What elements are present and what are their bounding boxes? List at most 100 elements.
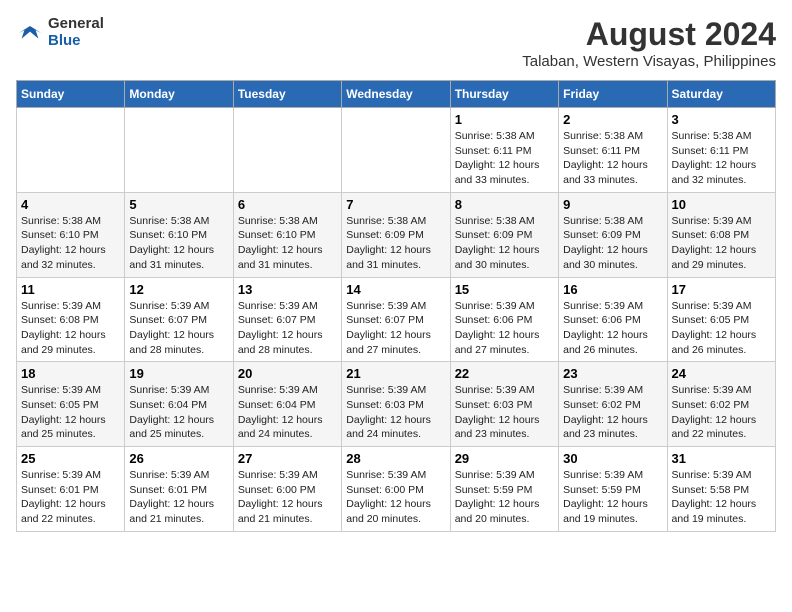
calendar-cell: 4Sunrise: 5:38 AM Sunset: 6:10 PM Daylig… <box>17 192 125 277</box>
cell-date-number: 7 <box>346 197 445 212</box>
calendar-table: SundayMondayTuesdayWednesdayThursdayFrid… <box>16 80 776 532</box>
cell-info-text: Sunrise: 5:38 AM Sunset: 6:10 PM Dayligh… <box>129 214 228 273</box>
cell-info-text: Sunrise: 5:38 AM Sunset: 6:09 PM Dayligh… <box>563 214 662 273</box>
cell-date-number: 22 <box>455 366 554 381</box>
cell-info-text: Sunrise: 5:39 AM Sunset: 6:04 PM Dayligh… <box>238 383 337 442</box>
calendar-cell: 7Sunrise: 5:38 AM Sunset: 6:09 PM Daylig… <box>342 192 450 277</box>
cell-date-number: 20 <box>238 366 337 381</box>
cell-date-number: 18 <box>21 366 120 381</box>
cell-date-number: 12 <box>129 282 228 297</box>
calendar-cell: 13 Sunrise: 5:39 AM Sunset: 6:07 PM Dayli… <box>233 277 341 362</box>
cell-info-text: Sunrise: 5:39 AM Sunset: 6:02 PM Dayligh… <box>563 383 662 442</box>
cell-info-text: Sunrise: 5:39 AM Sunset: 6:08 PM Dayligh… <box>21 299 120 358</box>
cell-info-text: Sunrise: 5:38 AM Sunset: 6:11 PM Dayligh… <box>672 129 771 188</box>
calendar-cell: 9 Sunrise: 5:38 AM Sunset: 6:09 PM Daylig… <box>559 192 667 277</box>
cell-info-text: Sunrise: 5:39 AM Sunset: 5:59 PM Dayligh… <box>455 468 554 527</box>
calendar-week-5: 25 Sunrise: 5:39 AM Sunset: 6:01 PM Dayli… <box>17 447 776 532</box>
calendar-cell: 18 Sunrise: 5:39 AM Sunset: 6:05 PM Dayli… <box>17 362 125 447</box>
calendar-cell: 28 Sunrise: 5:39 AM Sunset: 6:00 PM Dayli… <box>342 447 450 532</box>
cell-date-number: 11 <box>21 282 120 297</box>
cell-date-number: 14 <box>346 282 445 297</box>
cell-date-number: 19 <box>129 366 228 381</box>
calendar-subtitle: Talaban, Western Visayas, Philippines <box>522 53 776 70</box>
calendar-cell: 11 Sunrise: 5:39 AM Sunset: 6:08 PM Dayli… <box>17 277 125 362</box>
calendar-cell: 30 Sunrise: 5:39 AM Sunset: 5:59 PM Dayli… <box>559 447 667 532</box>
cell-date-number: 28 <box>346 451 445 466</box>
calendar-cell: 15 Sunrise: 5:39 AM Sunset: 6:06 PM Dayli… <box>450 277 558 362</box>
cell-info-text: Sunrise: 5:39 AM Sunset: 6:06 PM Dayligh… <box>455 299 554 358</box>
calendar-cell: 17Sunrise: 5:39 AM Sunset: 6:05 PM Dayli… <box>667 277 775 362</box>
calendar-cell: 12 Sunrise: 5:39 AM Sunset: 6:07 PM Dayli… <box>125 277 233 362</box>
calendar-cell: 14 Sunrise: 5:39 AM Sunset: 6:07 PM Dayli… <box>342 277 450 362</box>
calendar-cell: 2Sunrise: 5:38 AM Sunset: 6:11 PM Daylig… <box>559 108 667 193</box>
cell-date-number: 26 <box>129 451 228 466</box>
calendar-cell: 16Sunrise: 5:39 AM Sunset: 6:06 PM Dayli… <box>559 277 667 362</box>
cell-info-text: Sunrise: 5:38 AM Sunset: 6:10 PM Dayligh… <box>238 214 337 273</box>
cell-date-number: 24 <box>672 366 771 381</box>
cell-date-number: 3 <box>672 112 771 127</box>
calendar-cell <box>233 108 341 193</box>
calendar-cell: 24 Sunrise: 5:39 AM Sunset: 6:02 PM Dayli… <box>667 362 775 447</box>
calendar-week-2: 4Sunrise: 5:38 AM Sunset: 6:10 PM Daylig… <box>17 192 776 277</box>
logo: General Blue <box>16 16 104 49</box>
cell-info-text: Sunrise: 5:38 AM Sunset: 6:11 PM Dayligh… <box>455 129 554 188</box>
cell-date-number: 17 <box>672 282 771 297</box>
cell-info-text: Sunrise: 5:39 AM Sunset: 6:01 PM Dayligh… <box>21 468 120 527</box>
cell-date-number: 5 <box>129 197 228 212</box>
header-monday: Monday <box>125 81 233 108</box>
logo-general: General <box>48 16 104 33</box>
cell-info-text: Sunrise: 5:39 AM Sunset: 6:00 PM Dayligh… <box>346 468 445 527</box>
calendar-cell: 25 Sunrise: 5:39 AM Sunset: 6:01 PM Dayli… <box>17 447 125 532</box>
cell-date-number: 30 <box>563 451 662 466</box>
calendar-cell: 10Sunrise: 5:39 AM Sunset: 6:08 PM Dayli… <box>667 192 775 277</box>
cell-date-number: 15 <box>455 282 554 297</box>
cell-date-number: 29 <box>455 451 554 466</box>
calendar-cell <box>342 108 450 193</box>
cell-info-text: Sunrise: 5:39 AM Sunset: 6:05 PM Dayligh… <box>21 383 120 442</box>
calendar-title: August 2024 <box>522 16 776 53</box>
calendar-cell: 27Sunrise: 5:39 AM Sunset: 6:00 PM Dayli… <box>233 447 341 532</box>
calendar-cell: 8Sunrise: 5:38 AM Sunset: 6:09 PM Daylig… <box>450 192 558 277</box>
calendar-cell: 19Sunrise: 5:39 AM Sunset: 6:04 PM Dayli… <box>125 362 233 447</box>
cell-info-text: Sunrise: 5:38 AM Sunset: 6:09 PM Dayligh… <box>455 214 554 273</box>
cell-info-text: Sunrise: 5:38 AM Sunset: 6:10 PM Dayligh… <box>21 214 120 273</box>
calendar-header-row: SundayMondayTuesdayWednesdayThursdayFrid… <box>17 81 776 108</box>
cell-date-number: 23 <box>563 366 662 381</box>
calendar-cell: 6 Sunrise: 5:38 AM Sunset: 6:10 PM Daylig… <box>233 192 341 277</box>
title-area: August 2024 Talaban, Western Visayas, Ph… <box>522 16 776 70</box>
cell-date-number: 1 <box>455 112 554 127</box>
cell-info-text: Sunrise: 5:39 AM Sunset: 5:59 PM Dayligh… <box>563 468 662 527</box>
header-wednesday: Wednesday <box>342 81 450 108</box>
calendar-cell: 5 Sunrise: 5:38 AM Sunset: 6:10 PM Daylig… <box>125 192 233 277</box>
cell-date-number: 13 <box>238 282 337 297</box>
header-saturday: Saturday <box>667 81 775 108</box>
calendar-cell: 31 Sunrise: 5:39 AM Sunset: 5:58 PM Dayli… <box>667 447 775 532</box>
header-sunday: Sunday <box>17 81 125 108</box>
calendar-cell: 3 Sunrise: 5:38 AM Sunset: 6:11 PM Daylig… <box>667 108 775 193</box>
calendar-week-3: 11 Sunrise: 5:39 AM Sunset: 6:08 PM Dayli… <box>17 277 776 362</box>
cell-info-text: Sunrise: 5:39 AM Sunset: 6:07 PM Dayligh… <box>129 299 228 358</box>
header-friday: Friday <box>559 81 667 108</box>
cell-date-number: 9 <box>563 197 662 212</box>
calendar-cell: 20 Sunrise: 5:39 AM Sunset: 6:04 PM Dayli… <box>233 362 341 447</box>
cell-date-number: 25 <box>21 451 120 466</box>
header-tuesday: Tuesday <box>233 81 341 108</box>
cell-info-text: Sunrise: 5:39 AM Sunset: 6:07 PM Dayligh… <box>238 299 337 358</box>
calendar-week-1: 1 Sunrise: 5:38 AM Sunset: 6:11 PM Daylig… <box>17 108 776 193</box>
cell-info-text: Sunrise: 5:39 AM Sunset: 6:03 PM Dayligh… <box>346 383 445 442</box>
logo-svg <box>16 23 44 43</box>
cell-date-number: 6 <box>238 197 337 212</box>
cell-info-text: Sunrise: 5:39 AM Sunset: 5:58 PM Dayligh… <box>672 468 771 527</box>
cell-info-text: Sunrise: 5:39 AM Sunset: 6:06 PM Dayligh… <box>563 299 662 358</box>
cell-info-text: Sunrise: 5:39 AM Sunset: 6:02 PM Dayligh… <box>672 383 771 442</box>
cell-info-text: Sunrise: 5:39 AM Sunset: 6:01 PM Dayligh… <box>129 468 228 527</box>
calendar-week-4: 18 Sunrise: 5:39 AM Sunset: 6:05 PM Dayli… <box>17 362 776 447</box>
cell-date-number: 2 <box>563 112 662 127</box>
cell-date-number: 21 <box>346 366 445 381</box>
cell-date-number: 31 <box>672 451 771 466</box>
cell-info-text: Sunrise: 5:39 AM Sunset: 6:07 PM Dayligh… <box>346 299 445 358</box>
cell-info-text: Sunrise: 5:39 AM Sunset: 6:00 PM Dayligh… <box>238 468 337 527</box>
cell-date-number: 10 <box>672 197 771 212</box>
calendar-cell: 23 Sunrise: 5:39 AM Sunset: 6:02 PM Dayli… <box>559 362 667 447</box>
cell-info-text: Sunrise: 5:39 AM Sunset: 6:03 PM Dayligh… <box>455 383 554 442</box>
